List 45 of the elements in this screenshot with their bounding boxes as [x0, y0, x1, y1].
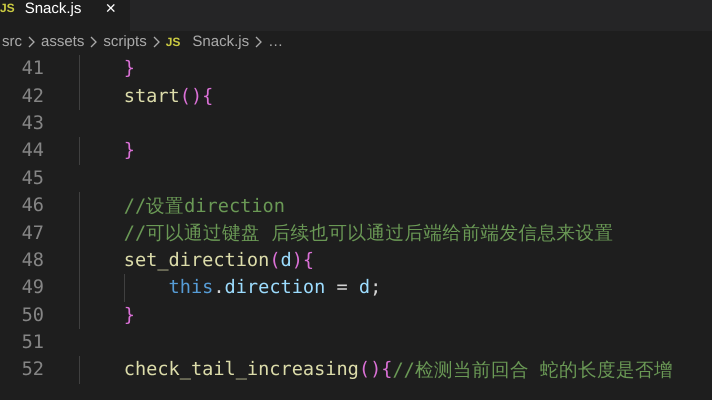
line-number: 45: [20, 168, 44, 189]
code-variable: d: [280, 250, 292, 271]
code-bracket: }: [122, 304, 135, 326]
code-bracket: }: [122, 58, 135, 80]
editor-tab[interactable]: JS Snack.js ×: [0, 0, 130, 31]
chevron-right-icon: [90, 36, 98, 48]
line-number: 47: [20, 222, 44, 244]
line-number: 52: [20, 359, 44, 380]
code-bracket: (){: [180, 86, 214, 107]
code-function: check_tail_increasing: [122, 359, 359, 380]
js-file-icon: JS: [166, 34, 180, 50]
code-comment: //可以通过键盘 后续也可以通过后端给前端发信息来设置: [122, 222, 614, 246]
code-text: .: [213, 277, 225, 298]
code-variable: direction: [224, 277, 326, 298]
breadcrumb-item[interactable]: assets: [41, 33, 84, 51]
chevron-right-icon: [28, 36, 35, 48]
line-number: 50: [20, 304, 44, 326]
code-comment: //设置direction: [122, 194, 285, 219]
line-number: 44: [20, 140, 44, 162]
code-bracket: ){: [292, 250, 314, 271]
breadcrumb-item[interactable]: …: [268, 33, 284, 51]
line-number: 48: [20, 250, 44, 271]
close-icon[interactable]: ×: [105, 0, 116, 17]
breadcrumb-item[interactable]: src: [2, 33, 22, 51]
line-number: 49: [20, 277, 44, 298]
code-function: set_direction: [122, 250, 270, 271]
code-bracket: }: [122, 140, 135, 162]
chevron-right-icon: [152, 36, 160, 48]
js-file-icon: JS: [0, 0, 15, 17]
code-text: ;: [370, 277, 382, 298]
code-bracket: (: [269, 250, 281, 271]
breadcrumb-item[interactable]: scripts: [103, 33, 147, 51]
line-number: 43: [20, 112, 44, 134]
line-number: 46: [20, 195, 44, 216]
code-text: =: [335, 277, 349, 298]
line-number: 41: [20, 58, 44, 80]
line-number: 51: [20, 332, 44, 354]
code-bracket: (){: [358, 359, 392, 380]
code-function: start: [122, 86, 180, 107]
code-keyword: this: [168, 277, 214, 298]
code-variable: d: [358, 277, 370, 298]
code-comment: //检测当前回合 蛇的长度是否增: [392, 358, 674, 383]
chevron-right-icon: [255, 36, 262, 48]
line-number: 42: [20, 86, 44, 107]
breadcrumb-item[interactable]: Snack.js: [192, 33, 250, 51]
